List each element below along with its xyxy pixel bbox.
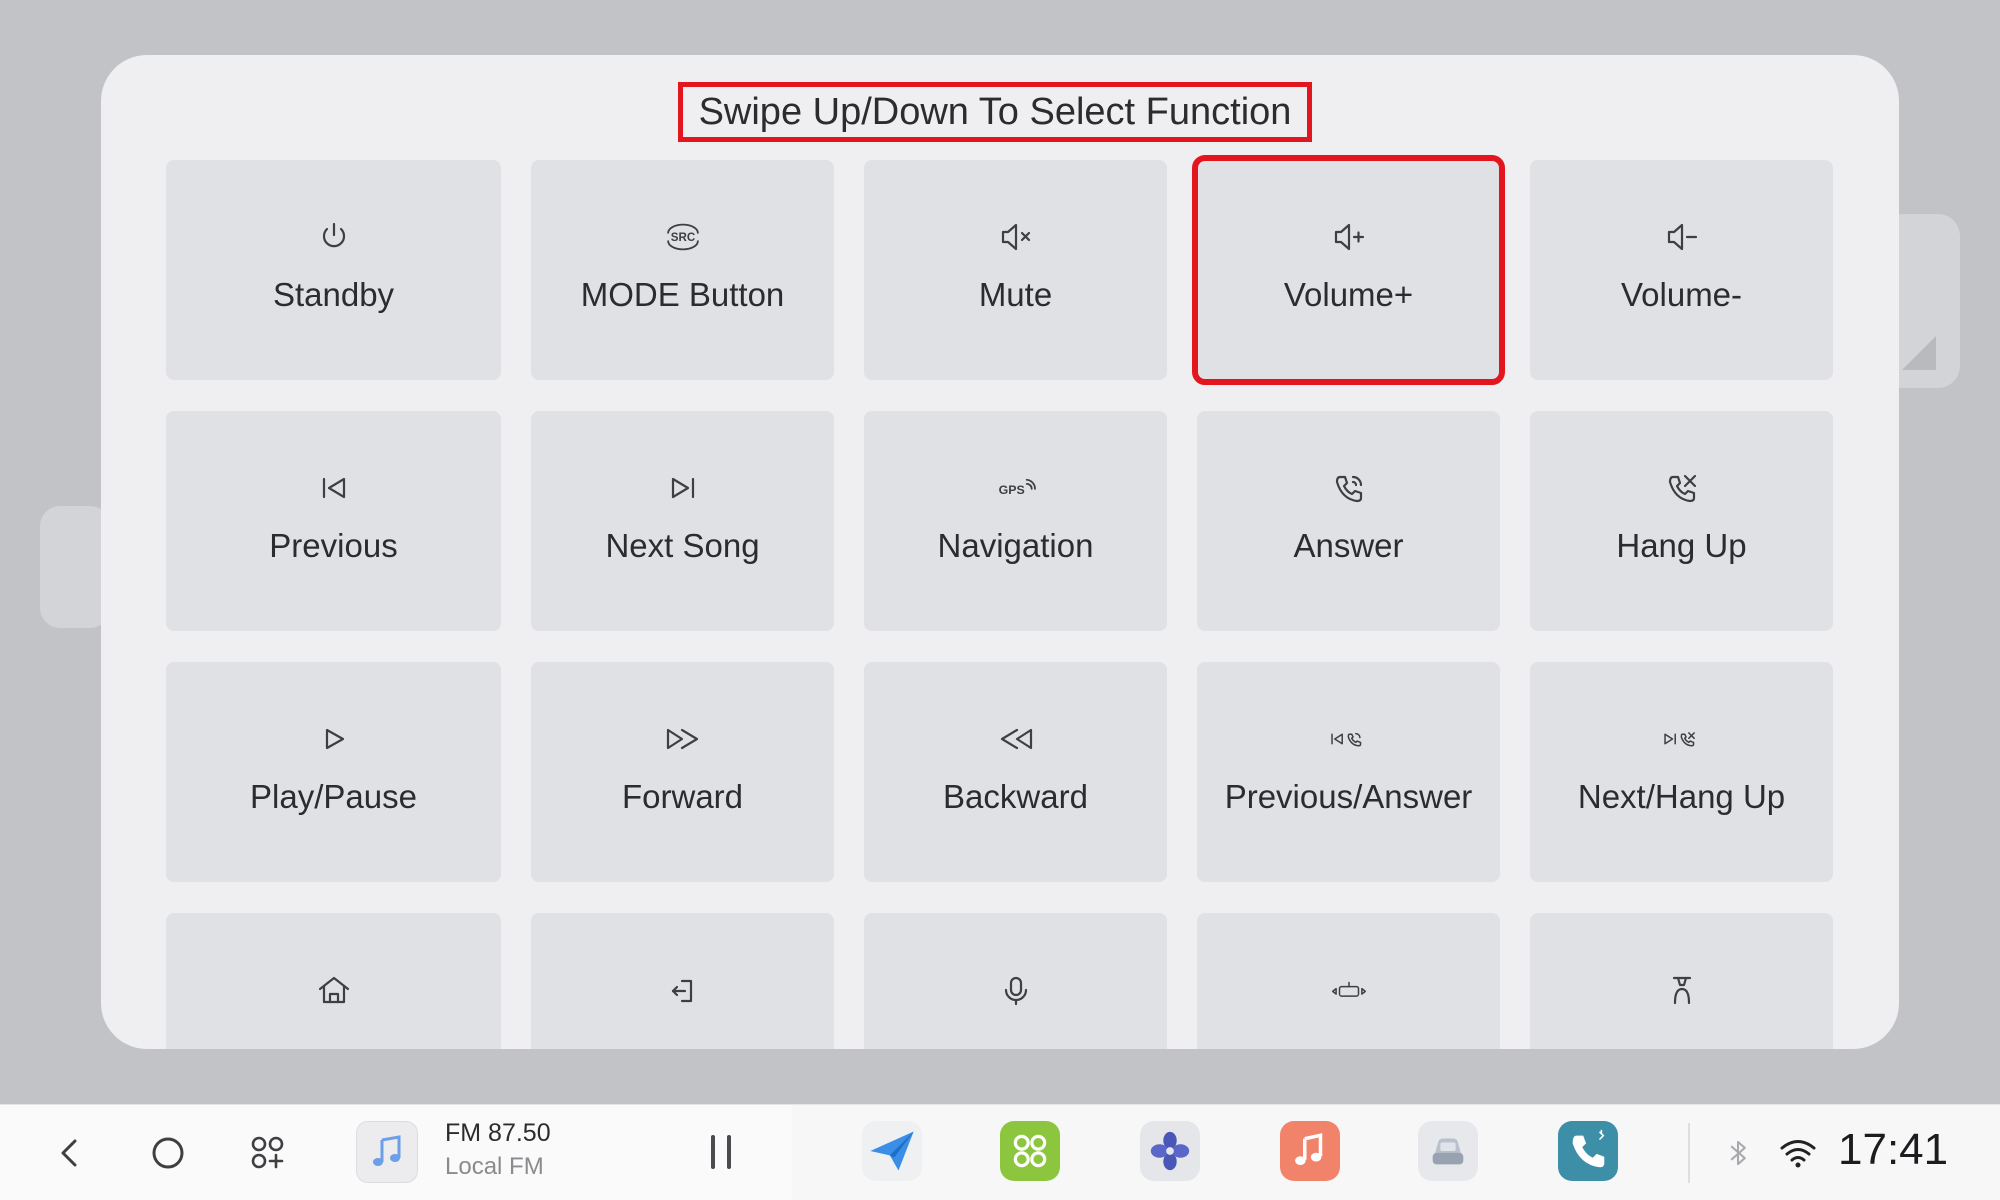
bluetooth-icon[interactable] [1718,1133,1758,1173]
home-icon [315,971,353,1009]
car-icon [1432,1138,1464,1165]
tile-voice[interactable] [864,913,1167,1049]
tile-label: Navigation [937,527,1094,564]
tile-label: Hang Up [1616,527,1747,564]
tile-label: Backward [943,778,1088,815]
fast-forward-icon [664,720,702,758]
tile-return[interactable] [531,913,834,1049]
seat-icon [1663,971,1701,1009]
app-navigation[interactable] [862,1121,922,1181]
tile-forward[interactable]: Forward [531,662,834,882]
previous-answer-icon [1330,720,1368,758]
previous-icon [315,469,353,507]
tile-previous-answer[interactable]: Previous/Answer [1197,662,1500,882]
rewind-icon [997,720,1035,758]
tile-label: Previous [269,527,398,564]
microphone-icon [997,971,1035,1009]
app-drawer-button[interactable] [246,1131,290,1175]
function-select-dialog: Swipe Up/Down To Select Function Standby… [101,55,1899,1049]
app-phone[interactable] [1558,1121,1618,1181]
media-thumbnail[interactable] [356,1121,418,1183]
volume-down-icon [1663,218,1701,256]
tile-previous[interactable]: Previous [166,411,501,631]
hang-up-icon [1663,469,1701,507]
app-music[interactable] [1280,1121,1340,1181]
app-vehicle[interactable] [1418,1121,1478,1181]
tile-label: Standby [272,276,395,313]
resize-handle-icon [1902,336,1936,370]
background-widget-left [40,506,110,628]
tile-next-hang-up[interactable]: Next/Hang Up [1530,662,1833,882]
play-icon [315,720,353,758]
function-grid[interactable]: Standby SRC MODE Button Mute Volume+ Vol… [166,155,1836,1049]
circle-home-icon [152,1137,184,1169]
tile-label: Next/Hang Up [1577,778,1786,815]
tile-label: Play/Pause [250,778,417,815]
tile-hang-up[interactable]: Hang Up [1530,411,1833,631]
tile-mode-button[interactable]: SRC MODE Button [531,160,834,380]
dialog-title-box: Swipe Up/Down To Select Function [678,82,1312,142]
src-icon-text: SRC [670,232,695,244]
next-song-icon [664,469,702,507]
wifi-icon[interactable] [1778,1133,1818,1173]
back-icon [61,1139,77,1167]
tile-label: Next Song [605,527,760,564]
media-pause-button[interactable] [706,1135,738,1171]
tile-label: Volume- [1620,276,1743,313]
tile-next-song[interactable]: Next Song [531,411,834,631]
app-grid-icon [1013,1134,1047,1168]
gps-icon: GPS [997,469,1036,507]
taskbar: FM 87.50 Local FM 17:41 [0,1104,2000,1200]
tile-label: Mute [978,276,1053,313]
tile-mute[interactable]: Mute [864,160,1167,380]
volume-up-icon [1330,218,1368,256]
fan-icon [1150,1131,1190,1171]
gps-icon-text: GPS [998,483,1024,497]
paper-plane-icon [870,1131,914,1171]
tile-play-pause[interactable]: Play/Pause [166,662,501,882]
media-station-title[interactable]: FM 87.50 [445,1119,551,1148]
mute-icon [997,218,1035,256]
dialog-title: Swipe Up/Down To Select Function [698,90,1292,133]
apps-grid-icon [251,1136,284,1169]
tile-navigation[interactable]: GPS Navigation [864,411,1167,631]
tile-seat[interactable] [1530,913,1833,1049]
app-climate[interactable] [1140,1121,1200,1181]
tile-backward[interactable]: Backward [864,662,1167,882]
phone-icon [1572,1129,1605,1168]
tile-standby[interactable]: Standby [166,160,501,380]
src-icon: SRC [664,218,702,256]
tile-volume-down[interactable]: Volume- [1530,160,1833,380]
answer-call-icon [1330,469,1368,507]
tile-label: Previous/Answer [1224,778,1473,815]
return-icon [664,971,702,1009]
tile-label: MODE Button [580,276,785,313]
tile-home[interactable] [166,913,501,1049]
tile-answer[interactable]: Answer [1197,411,1500,631]
media-station-subtitle: Local FM [445,1153,544,1180]
home-button[interactable] [146,1131,190,1175]
tile-label: Answer [1293,527,1404,564]
tile-label: Volume+ [1283,276,1414,313]
app-launcher[interactable] [1000,1121,1060,1181]
tile-camera[interactable] [1197,913,1500,1049]
power-icon [315,218,353,256]
back-button[interactable] [48,1131,92,1175]
music-note-icon [373,1135,401,1166]
status-clock: 17:41 [1838,1125,1949,1174]
next-hangup-icon [1663,720,1701,758]
tile-label: Forward [621,778,744,815]
taskbar-separator [1688,1123,1690,1183]
camera-360-icon [1330,971,1368,1009]
music-icon [1295,1133,1323,1165]
tile-volume-up[interactable]: Volume+ [1192,155,1505,385]
